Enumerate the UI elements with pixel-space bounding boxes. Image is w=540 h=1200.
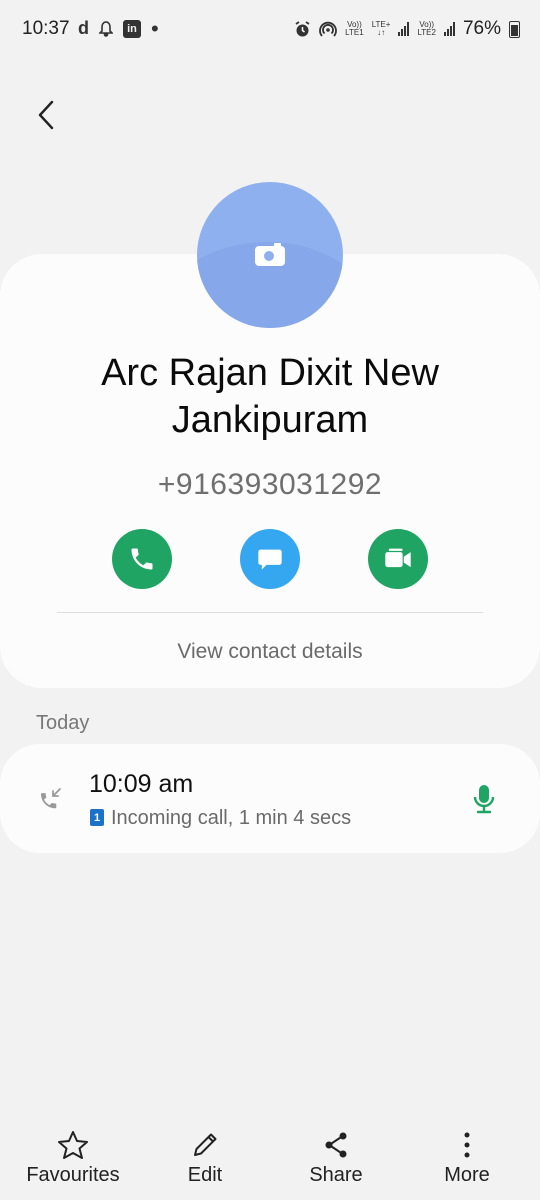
sim-badge: 1 [90,809,104,826]
message-button[interactable] [240,529,300,589]
status-left-icons: d in • [78,15,159,41]
call-description: Incoming call, 1 min 4 secs [111,807,352,829]
microphone-icon[interactable] [470,783,498,815]
sim1-signal-icon [398,22,410,36]
status-bar: 10:37 d in • Vo)) LTE1 LTE+ ↓↑ Vo)) LTE2… [0,0,540,60]
contact-avatar[interactable] [197,182,343,328]
volte2-bottom: LTE2 [417,28,436,37]
linkedin-icon: in [123,19,141,38]
sim1-volte-indicator: Vo)) LTE1 [345,21,364,37]
hotspot-icon [319,21,337,37]
pencil-icon [194,1133,217,1156]
edit-label: Edit [187,1164,223,1186]
more-button[interactable]: More [402,1120,532,1187]
camera-icon [255,243,285,266]
sim2-signal-icon [443,22,455,36]
share-button[interactable]: Share [271,1120,401,1187]
data-arrows-icon: ↓↑ [377,28,386,37]
status-right-icons: Vo)) LTE1 LTE+ ↓↑ Vo)) LTE2 76% [294,18,520,40]
d-icon: d [78,18,89,38]
volte1-bottom: LTE1 [345,28,364,37]
back-arrow-icon[interactable] [30,98,64,132]
video-call-button[interactable] [368,529,428,589]
call-button[interactable] [112,529,172,589]
battery-percent: 76% [462,18,501,39]
favourites-label: Favourites [26,1164,120,1186]
battery-icon [509,20,520,38]
share-label: Share [309,1164,363,1186]
share-icon [325,1132,347,1158]
favourites-button[interactable]: Favourites [8,1120,138,1187]
dot-icon: • [151,15,159,41]
more-label: More [444,1164,490,1186]
notification-bell-icon [99,20,113,37]
call-log-section-header: Today [36,712,90,734]
call-time: 10:09 am [89,770,194,798]
more-vertical-icon [464,1132,470,1158]
call-log-entry[interactable] [0,744,540,853]
incoming-call-icon [41,788,61,809]
phone-icon [131,548,153,570]
video-camera-icon [385,548,411,568]
contact-name: Arc Rajan Dixit New Jankipuram [101,352,439,441]
card-divider [57,612,483,613]
view-contact-details-link[interactable]: View contact details [0,640,540,664]
edit-button[interactable]: Edit [140,1120,270,1187]
sim2-volte-indicator: Vo)) LTE2 [417,21,436,37]
chat-bubble-icon [258,549,282,570]
lte-indicator: LTE+ ↓↑ [372,21,391,37]
status-time: 10:37 [22,18,70,39]
contact-phone-number: +916393031292 [157,468,383,501]
alarm-icon [295,20,310,36]
star-icon [58,1131,88,1159]
bottom-action-bar: Favourites Edit Share More [0,1120,540,1200]
